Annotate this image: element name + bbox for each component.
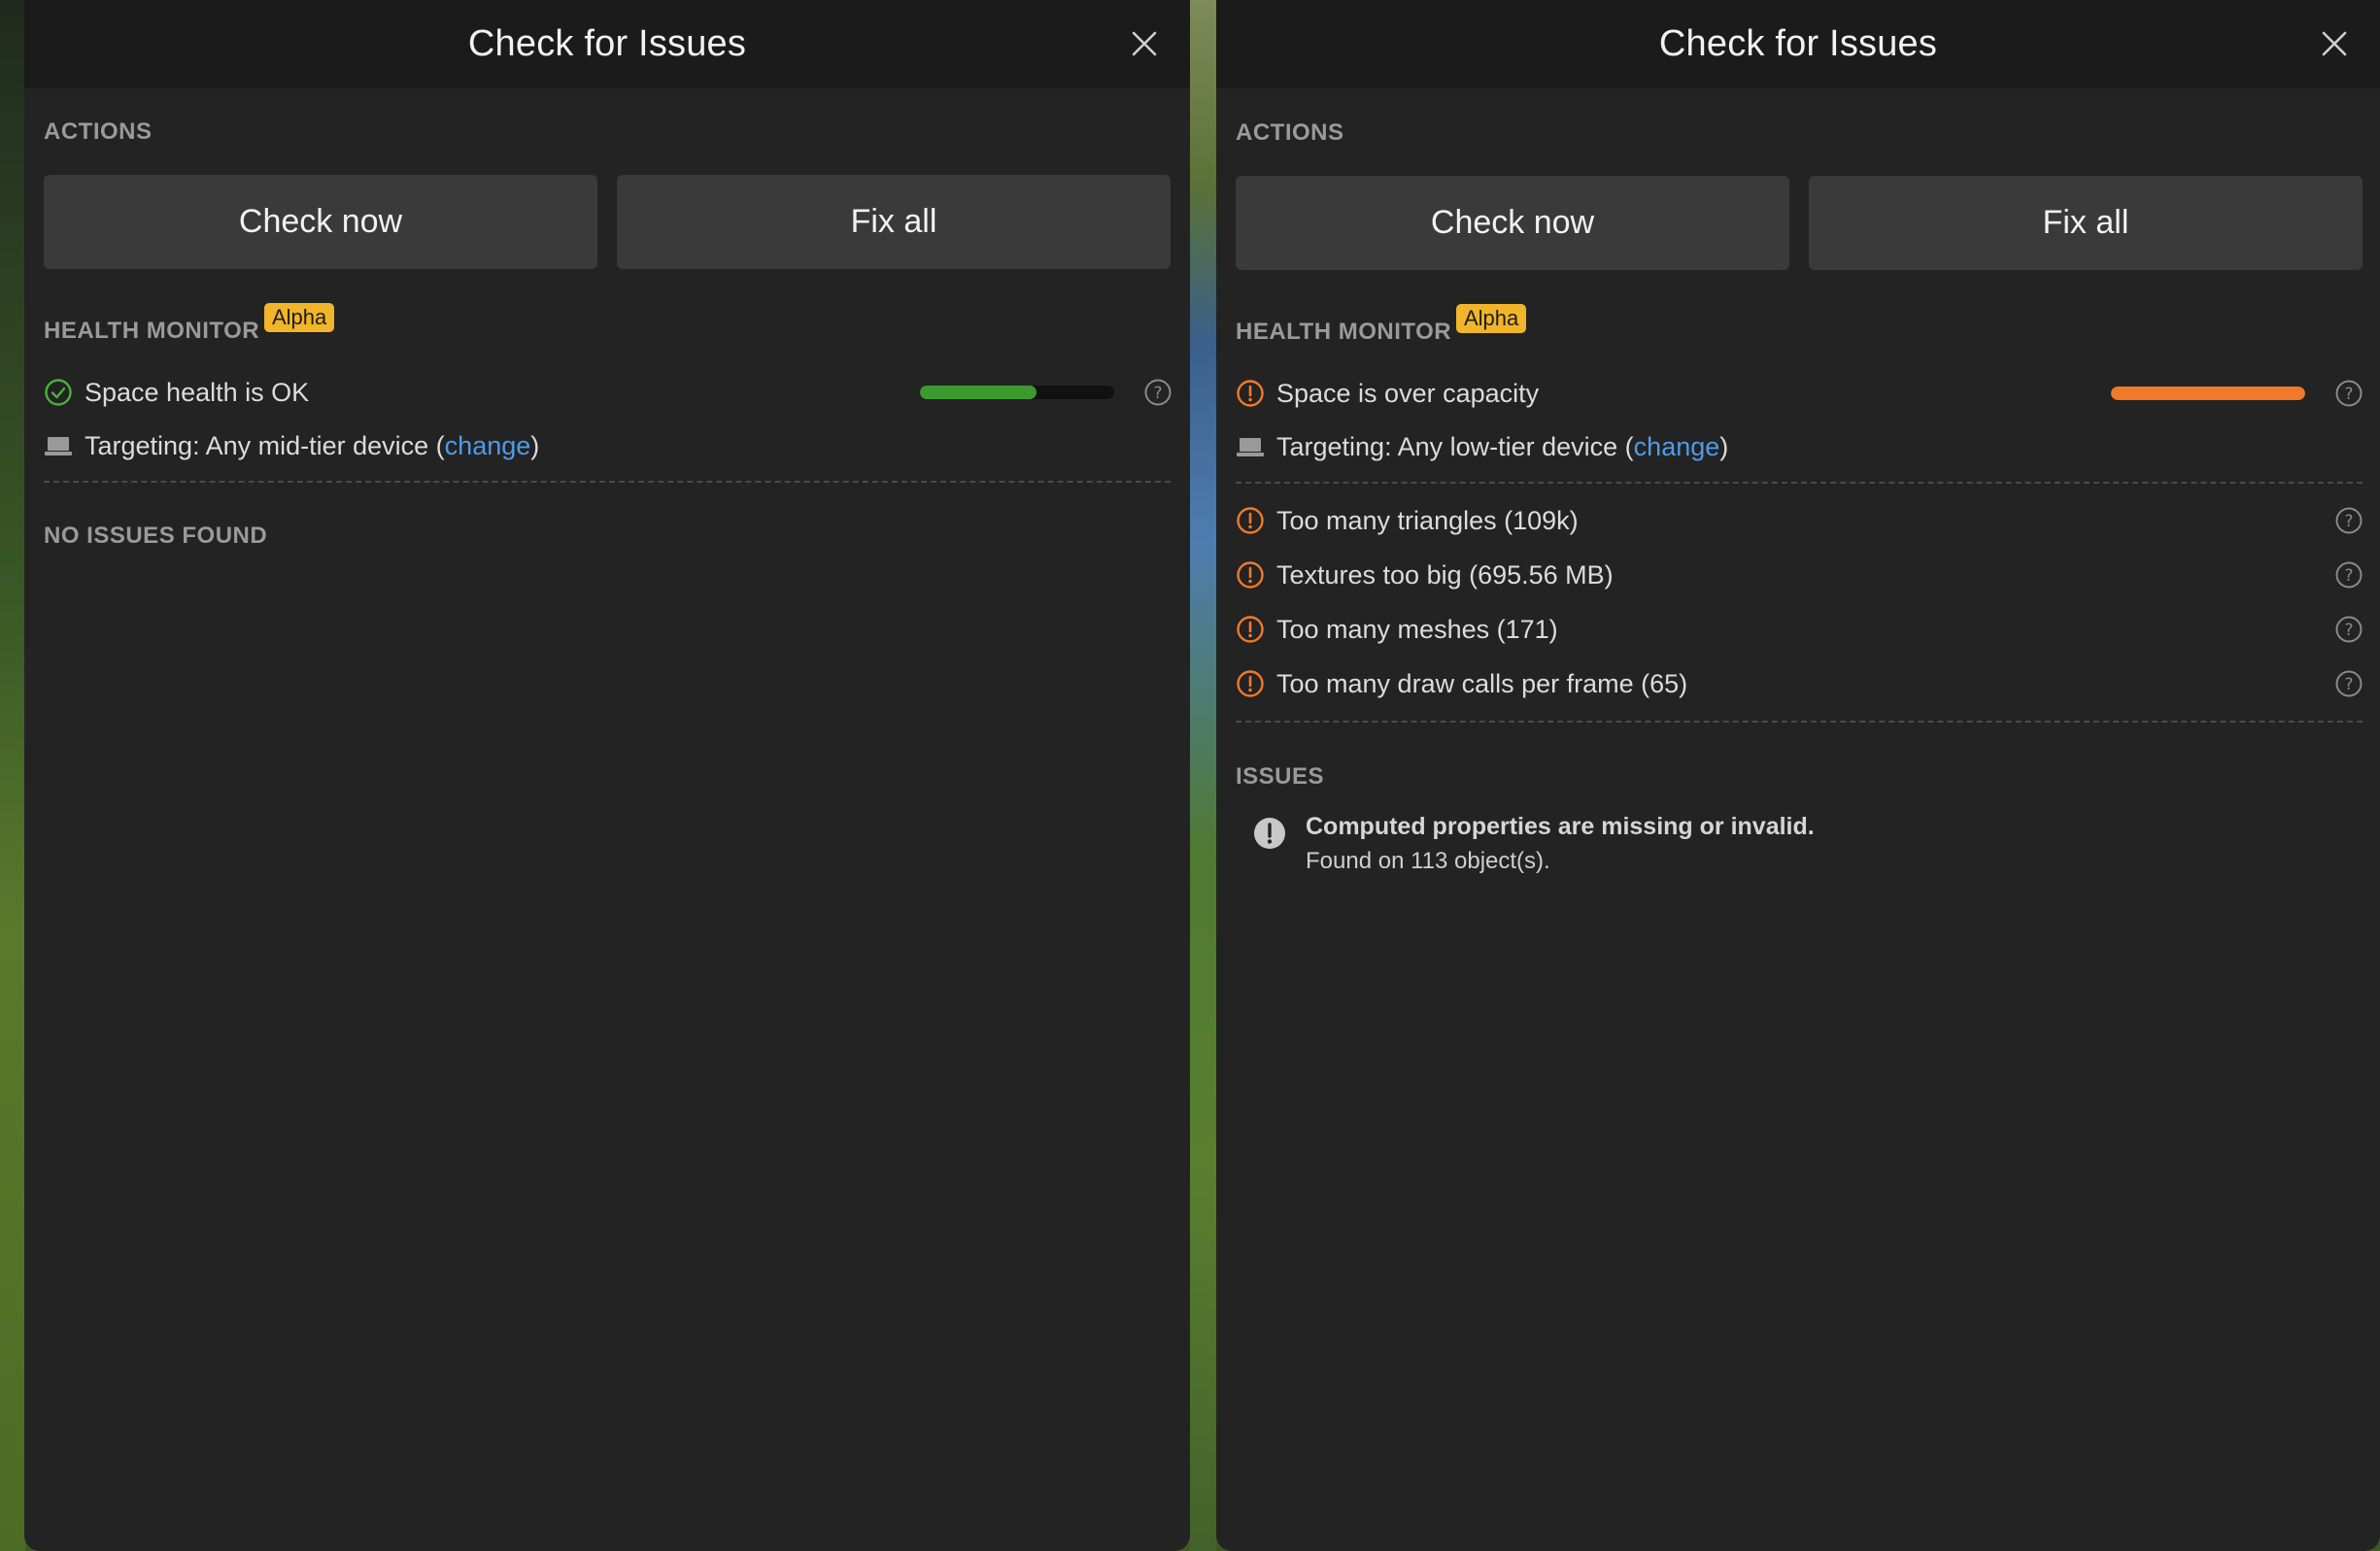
panel-header: Check for Issues xyxy=(1216,0,2380,88)
health-monitor-label: HEALTH MONITOR xyxy=(1236,319,1452,345)
check-now-button[interactable]: Check now xyxy=(1236,176,1789,270)
warning-text: Too many triangles (109k) xyxy=(1276,505,1579,535)
health-bar-fill xyxy=(920,386,1037,399)
no-issues-label: NO ISSUES FOUND xyxy=(44,523,268,549)
panel-title: Check for Issues xyxy=(467,23,747,64)
health-status-text: Space health is OK xyxy=(85,377,310,407)
laptop-icon xyxy=(1236,432,1265,461)
scene-background-left xyxy=(0,0,25,1551)
targeting-suffix: ) xyxy=(1719,431,1729,461)
svg-text:?: ? xyxy=(2344,512,2353,531)
health-status-row: Space health is OK xyxy=(44,375,309,410)
panel-title: Check for Issues xyxy=(1658,23,1938,64)
exclamation-icon xyxy=(1253,817,1286,850)
health-status-row: Space is over capacity xyxy=(1236,376,1539,411)
warning-item: Textures too big (695.56 MB) xyxy=(1236,557,1614,592)
actions-label: ACTIONS xyxy=(1236,119,1344,146)
warning-circle-icon xyxy=(1236,379,1265,408)
health-bar xyxy=(2111,387,2305,400)
svg-text:?: ? xyxy=(2344,675,2353,694)
help-icon[interactable]: ? xyxy=(1143,378,1173,407)
health-status-text: Space is over capacity xyxy=(1276,378,1540,408)
check-now-button[interactable]: Check now xyxy=(44,175,597,269)
warning-text: Too many draw calls per frame (65) xyxy=(1276,668,1688,698)
warning-circle-icon xyxy=(1236,615,1265,644)
issues-label: ISSUES xyxy=(1236,763,1325,790)
targeting-row: Targeting: Any low-tier device (change) xyxy=(1236,429,1728,464)
help-icon[interactable]: ? xyxy=(2334,506,2363,535)
divider xyxy=(44,481,1171,483)
warning-circle-icon xyxy=(1236,560,1265,590)
issue-title: Computed properties are missing or inval… xyxy=(1306,813,1815,840)
actions-label: ACTIONS xyxy=(44,118,153,145)
alpha-badge: Alpha xyxy=(264,303,335,332)
close-icon[interactable] xyxy=(1126,25,1163,62)
svg-text:?: ? xyxy=(2344,385,2353,404)
check-issues-panel-right: Check for Issues ACTIONS Check now Fix a… xyxy=(1216,0,2380,1551)
check-issues-panel-left: Check for Issues ACTIONS Check now Fix a… xyxy=(24,0,1190,1551)
health-monitor-label: HEALTH MONITOR xyxy=(44,318,260,344)
divider xyxy=(1236,482,2363,484)
close-icon[interactable] xyxy=(2316,25,2353,62)
panel-header: Check for Issues xyxy=(24,0,1190,88)
targeting-prefix: Targeting: Any mid-tier device ( xyxy=(85,430,445,460)
help-icon[interactable]: ? xyxy=(2334,560,2363,590)
svg-text:?: ? xyxy=(2344,566,2353,586)
check-circle-icon xyxy=(44,378,73,407)
help-icon[interactable]: ? xyxy=(2334,615,2363,644)
warning-circle-icon xyxy=(1236,669,1265,698)
targeting-prefix: Targeting: Any low-tier device ( xyxy=(1276,431,1634,461)
change-target-link[interactable]: change xyxy=(1634,432,1720,462)
change-target-link[interactable]: change xyxy=(445,431,531,461)
help-icon[interactable]: ? xyxy=(2334,379,2363,408)
targeting-suffix: ) xyxy=(530,430,540,460)
svg-text:?: ? xyxy=(2344,621,2353,640)
svg-text:?: ? xyxy=(1153,384,1162,403)
warning-circle-icon xyxy=(1236,506,1265,535)
health-bar-fill xyxy=(2111,387,2305,400)
warning-item: Too many draw calls per frame (65) xyxy=(1236,666,1687,701)
issue-detail: Found on 113 object(s). xyxy=(1306,848,1550,874)
scene-background-middle xyxy=(1189,0,1216,1551)
help-icon[interactable]: ? xyxy=(2334,669,2363,698)
laptop-icon xyxy=(44,431,73,460)
fix-all-button[interactable]: Fix all xyxy=(617,175,1171,269)
divider xyxy=(1236,721,2363,723)
health-bar xyxy=(920,386,1114,399)
warning-text: Textures too big (695.56 MB) xyxy=(1276,559,1614,590)
alpha-badge: Alpha xyxy=(1456,304,1527,333)
warning-item: Too many meshes (171) xyxy=(1236,612,1558,647)
fix-all-button[interactable]: Fix all xyxy=(1809,176,2363,270)
warning-text: Too many meshes (171) xyxy=(1276,614,1558,644)
targeting-row: Targeting: Any mid-tier device (change) xyxy=(44,428,539,463)
warning-item: Too many triangles (109k) xyxy=(1236,503,1579,538)
